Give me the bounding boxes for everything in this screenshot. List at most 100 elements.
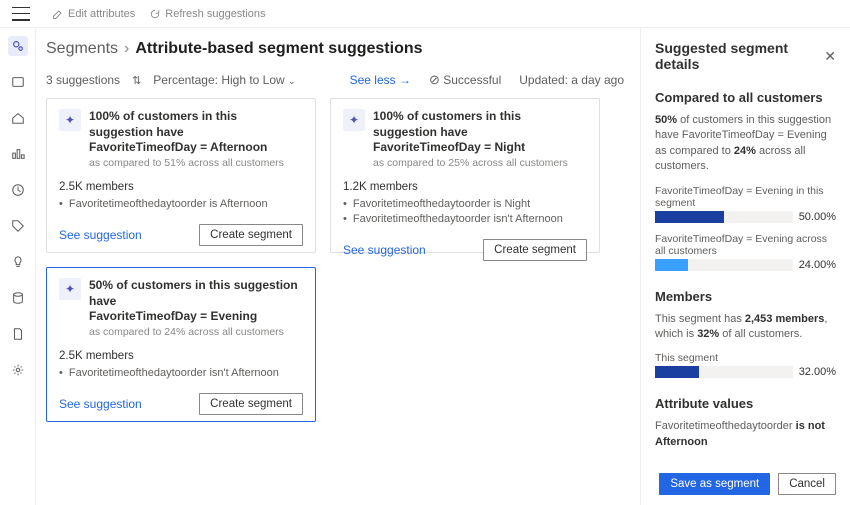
segment-icon: ✦ — [343, 109, 365, 131]
nav-item-6[interactable] — [8, 252, 28, 272]
edit-attributes-label: Edit attributes — [68, 8, 135, 20]
cancel-button[interactable]: Cancel — [778, 473, 836, 495]
clock-icon — [11, 183, 25, 197]
status-indicator: ⊘ Successful — [429, 72, 501, 88]
suggestion-card-selected[interactable]: ✦ 50% of customers in this suggestion ha… — [46, 267, 316, 422]
card-members: 2.5K members — [59, 350, 303, 362]
nav-item-4[interactable] — [8, 180, 28, 200]
gear-icon — [11, 363, 25, 377]
sort-dropdown[interactable]: Percentage: High to Low ⌄ — [153, 73, 295, 87]
bar1-value: 50.00% — [799, 211, 836, 223]
card-title-l1: 100% of customers in this suggestion hav… — [373, 109, 521, 139]
bar3 — [655, 366, 793, 378]
bar3-fill — [655, 366, 699, 378]
bar1-label: FavoriteTimeofDay = Evening in this segm… — [655, 185, 836, 209]
card-members: 2.5K members — [59, 181, 303, 193]
suggestion-count: 3 suggestions — [46, 73, 120, 87]
see-suggestion-link[interactable]: See suggestion — [59, 397, 142, 411]
save-as-segment-button[interactable]: Save as segment — [659, 473, 770, 495]
bar3-row: 32.00% — [655, 366, 836, 378]
bar1-row: 50.00% — [655, 211, 836, 223]
pencil-icon — [52, 8, 64, 20]
sort-label: Percentage: High to Low — [153, 73, 284, 87]
nav-item-7[interactable] — [8, 288, 28, 308]
bar2-row: 24.00% — [655, 259, 836, 271]
t: of all customers. — [719, 328, 802, 340]
compared-text: 50% of customers in this suggestion have… — [655, 113, 836, 175]
segment-icon: ✦ — [59, 278, 81, 300]
nav-item-3[interactable] — [8, 144, 28, 164]
close-icon[interactable]: ✕ — [824, 48, 836, 65]
bar1-fill — [655, 211, 724, 223]
t: 2,453 members — [745, 313, 825, 325]
edit-attributes-link[interactable]: Edit attributes — [52, 8, 135, 20]
t: Favoritetimeofthedaytoorder — [655, 420, 796, 432]
bar3-value: 32.00% — [799, 366, 836, 378]
main-area: Segments›Attribute-based segment suggest… — [0, 28, 850, 505]
hamburger-icon[interactable] — [12, 7, 30, 21]
card-bullet: Favoritetimeofthedaytoorder isn't Aftern… — [343, 212, 587, 227]
see-suggestion-link[interactable]: See suggestion — [59, 228, 142, 242]
nav-item-9[interactable] — [8, 360, 28, 380]
t: 24% — [734, 145, 756, 157]
card-subtitle: as compared to 25% across all customers — [373, 157, 587, 169]
home-icon — [11, 111, 25, 125]
suggestion-card[interactable]: ✦ 100% of customers in this suggestion h… — [330, 98, 600, 253]
bar2 — [655, 259, 793, 271]
card-bullet: Favoritetimeofthedaytoorder isn't Aftern… — [59, 366, 303, 381]
nav-item-0[interactable] — [8, 36, 28, 56]
page-title: Attribute-based segment suggestions — [135, 40, 422, 57]
doc-icon — [11, 327, 25, 341]
suggestion-card[interactable]: ✦ 100% of customers in this suggestion h… — [46, 98, 316, 253]
chevron-right-icon: › — [118, 40, 135, 57]
card-bullet: Favoritetimeofthedaytoorder is Night — [343, 197, 587, 212]
bar3-label: This segment — [655, 352, 836, 364]
panel-title: Suggested segment details — [655, 40, 824, 72]
nav-item-1[interactable] — [8, 72, 28, 92]
card-bullet: Favoritetimeofthedaytoorder is Afternoon — [59, 197, 303, 212]
see-less-label: See less — [350, 73, 396, 87]
card-title-l1: 50% of customers in this suggestion have — [89, 278, 298, 308]
create-segment-button[interactable]: Create segment — [199, 224, 303, 246]
card-subtitle: as compared to 24% across all customers — [89, 326, 303, 338]
nav-item-8[interactable] — [8, 324, 28, 344]
page-body: Segments›Attribute-based segment suggest… — [36, 28, 640, 505]
updated-label: Updated: a day ago — [519, 73, 624, 87]
bar2-value: 24.00% — [799, 259, 836, 271]
card-title-l2: FavoriteTimeofDay = Evening — [89, 309, 257, 323]
attr-text: Favoritetimeofthedaytoorder is not After… — [655, 419, 836, 450]
sort-icon[interactable]: ⇅ — [132, 74, 141, 87]
card-subtitle: as compared to 51% across all customers — [89, 157, 303, 169]
bulb-icon — [11, 255, 25, 269]
card-title-l2: FavoriteTimeofDay = Night — [373, 140, 525, 154]
bar2-label: FavoriteTimeofDay = Evening across all c… — [655, 233, 836, 257]
see-suggestion-link[interactable]: See suggestion — [343, 243, 426, 257]
t: 32% — [697, 328, 719, 340]
create-segment-button[interactable]: Create segment — [483, 239, 587, 261]
members-heading: Members — [655, 289, 836, 304]
bar1 — [655, 211, 793, 223]
breadcrumb-root[interactable]: Segments — [46, 40, 118, 57]
compared-heading: Compared to all customers — [655, 90, 836, 105]
nav-item-5[interactable] — [8, 216, 28, 236]
segment-icon: ✦ — [59, 109, 81, 131]
check-icon: ⊘ — [429, 72, 440, 87]
bars-icon — [11, 147, 25, 161]
cards-container: ✦ 100% of customers in this suggestion h… — [46, 98, 624, 422]
create-segment-button[interactable]: Create segment — [199, 393, 303, 415]
card-title-l2: FavoriteTimeofDay = Afternoon — [89, 140, 267, 154]
t: 50% — [655, 114, 677, 126]
members-text: This segment has 2,453 members, which is… — [655, 312, 836, 343]
segments-icon — [11, 39, 25, 53]
breadcrumb: Segments›Attribute-based segment suggest… — [46, 40, 624, 58]
tag-icon — [11, 219, 25, 233]
card-icon — [11, 75, 25, 89]
nav-item-2[interactable] — [8, 108, 28, 128]
side-nav — [0, 28, 36, 505]
t: This segment has — [655, 313, 745, 325]
refresh-link[interactable]: Refresh suggestions — [149, 8, 265, 20]
card-title-l1: 100% of customers in this suggestion hav… — [89, 109, 237, 139]
filter-row: 3 suggestions ⇅ Percentage: High to Low … — [46, 72, 624, 88]
refresh-label: Refresh suggestions — [165, 8, 265, 20]
see-less-link[interactable]: See less → — [350, 73, 411, 87]
